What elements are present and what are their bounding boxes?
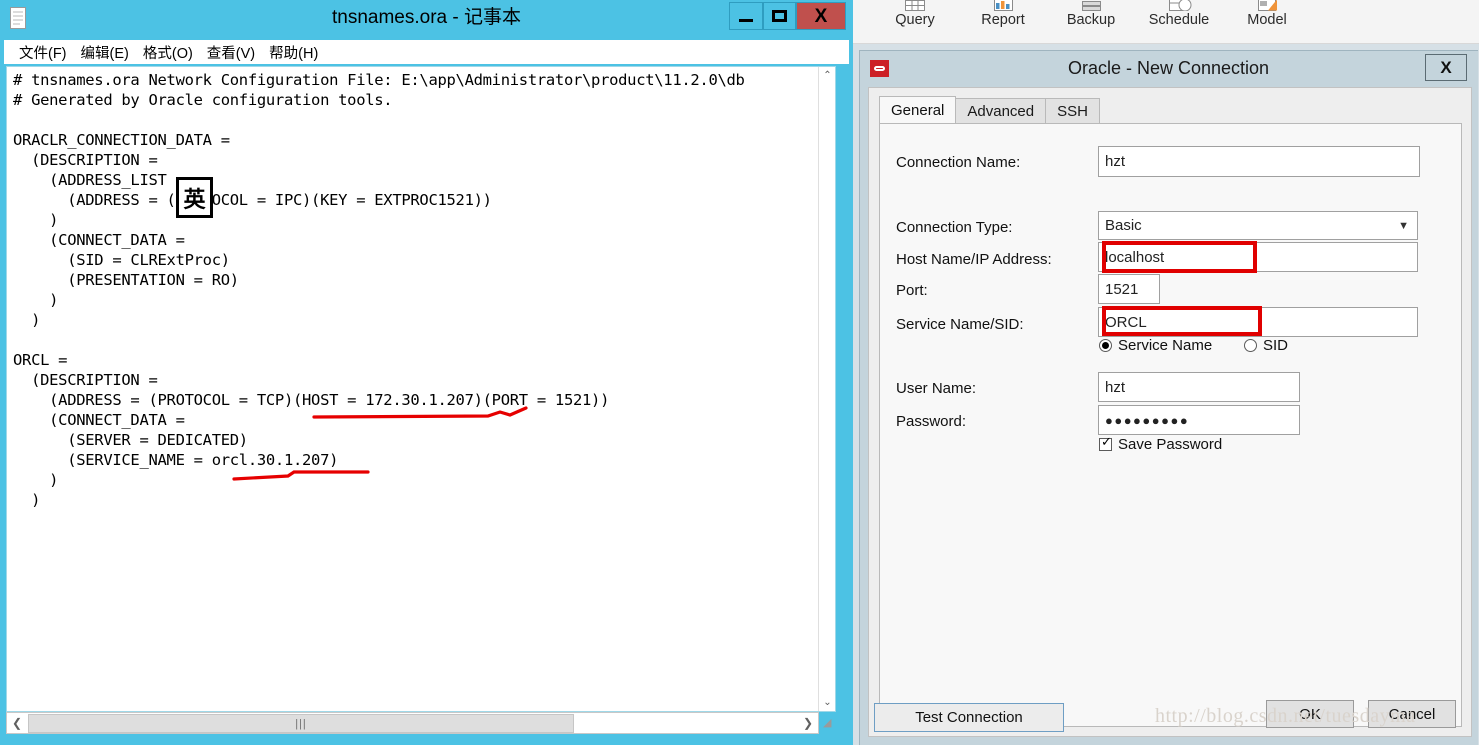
ime-indicator: 英	[176, 177, 213, 218]
radio-sid[interactable]: SID	[1244, 337, 1288, 354]
connection-type-value: Basic	[1105, 217, 1142, 234]
resize-grip-icon[interactable]: ◢	[823, 716, 837, 730]
dialog-title: Oracle - New Connection	[1067, 58, 1270, 78]
connection-type-select[interactable]: Basic ▼	[1098, 211, 1418, 240]
connection-name-label: Connection Name:	[896, 154, 1021, 171]
toolbar-label-model: Model	[1247, 12, 1287, 28]
save-password-label: Save Password	[1118, 436, 1223, 453]
radio-service-name-label: Service Name	[1118, 337, 1213, 354]
radio-service-name-icon	[1099, 339, 1112, 352]
checkbox-icon: ✓	[1099, 434, 1112, 451]
menu-help[interactable]: 帮助(H)	[262, 42, 325, 63]
notepad-window: tnsnames.ora - 记事本 X 文件(F) 编辑(E) 格式(O) 查…	[0, 0, 853, 745]
user-name-input[interactable]: hzt	[1098, 372, 1300, 402]
red-underline-host	[312, 406, 528, 419]
grid-table-icon	[898, 0, 932, 11]
password-input[interactable]: ●●●●●●●●●	[1098, 405, 1300, 435]
test-connection-button[interactable]: Test Connection	[874, 703, 1064, 732]
dialog-body: General Advanced SSH Connection Name: hz…	[868, 87, 1472, 737]
notepad-titlebar[interactable]: tnsnames.ora - 记事本 X	[0, 0, 853, 36]
close-button[interactable]: X	[796, 2, 846, 30]
model-diagram-icon	[1250, 0, 1284, 11]
close-icon: X	[814, 5, 828, 27]
host-label: Host Name/IP Address:	[896, 251, 1052, 268]
notepad-text-area[interactable]: # tnsnames.ora Network Configuration Fil…	[6, 66, 836, 712]
notepad-title: tnsnames.ora - 记事本	[332, 7, 521, 28]
database-app: Query Report Backup Schedule Model Oracl…	[853, 0, 1479, 745]
toolbar-item-query[interactable]: Query	[871, 0, 959, 43]
toolbar-label-schedule: Schedule	[1148, 12, 1210, 28]
red-underline-servicename	[232, 470, 370, 481]
screen: tnsnames.ora - 记事本 X 文件(F) 编辑(E) 格式(O) 查…	[0, 0, 1479, 745]
minimize-button[interactable]	[729, 2, 763, 30]
notepad-vertical-scrollbar[interactable]: ⌃ ⌄	[818, 67, 835, 711]
maximize-button[interactable]	[763, 2, 796, 30]
toolbar-item-model[interactable]: Model	[1223, 0, 1311, 43]
watermark-text: http://blog.csdn.net/tuesdayma	[1155, 705, 1416, 727]
hscroll-thumb[interactable]: |||	[28, 714, 574, 733]
host-input[interactable]: localhost	[1098, 242, 1418, 272]
port-input[interactable]: 1521	[1098, 274, 1160, 304]
connection-name-input[interactable]: hzt	[1098, 146, 1420, 177]
menu-view[interactable]: 查看(V)	[200, 42, 262, 63]
user-name-label: User Name:	[896, 380, 977, 397]
tab-general[interactable]: General	[879, 96, 957, 124]
tab-panel-general: Connection Name: hzt Connection Type: Ba…	[879, 123, 1462, 727]
save-password-checkbox[interactable]: ✓ Save Password	[1099, 434, 1223, 453]
tnsnames-file-content: # tnsnames.ora Network Configuration Fil…	[13, 71, 745, 509]
scroll-up-icon[interactable]: ⌃	[819, 67, 835, 84]
toolbar-item-report[interactable]: Report	[959, 0, 1047, 43]
toolbar-label-backup: Backup	[1066, 12, 1116, 28]
menu-file[interactable]: 文件(F)	[12, 42, 74, 63]
bar-chart-icon	[986, 0, 1020, 11]
oracle-new-connection-dialog: Oracle - New Connection X General Advanc…	[859, 50, 1478, 745]
menu-edit[interactable]: 编辑(E)	[74, 42, 136, 63]
password-label: Password:	[896, 413, 967, 430]
toolbar-item-schedule[interactable]: Schedule	[1135, 0, 1223, 43]
service-input[interactable]: ORCL	[1098, 307, 1418, 337]
port-label: Port:	[896, 282, 928, 299]
service-label: Service Name/SID:	[896, 316, 1024, 333]
connection-type-label: Connection Type:	[896, 219, 1013, 236]
maximize-icon	[772, 10, 787, 22]
radio-service-name[interactable]: Service Name	[1099, 337, 1212, 354]
toolbar-label-report: Report	[981, 12, 1025, 28]
clock-calendar-icon	[1162, 0, 1196, 12]
tab-ssh[interactable]: SSH	[1045, 98, 1100, 124]
scroll-left-icon[interactable]: ❮	[7, 713, 27, 733]
tab-strip: General Advanced SSH	[879, 96, 1100, 124]
scroll-right-icon[interactable]: ❯	[798, 713, 818, 733]
radio-sid-icon	[1244, 339, 1257, 352]
toolbar-label-query: Query	[895, 12, 935, 28]
radio-sid-label: SID	[1263, 337, 1289, 354]
app-toolbar: Query Report Backup Schedule Model	[853, 0, 1479, 44]
minimize-icon	[739, 18, 753, 22]
toolbar-item-backup[interactable]: Backup	[1047, 0, 1135, 43]
notepad-horizontal-scrollbar[interactable]: ❮ ||| ❯ ◢	[6, 712, 836, 734]
notepad-menubar: 文件(F) 编辑(E) 格式(O) 查看(V) 帮助(H)	[4, 40, 849, 64]
drive-stack-icon	[1074, 0, 1108, 11]
menu-format[interactable]: 格式(O)	[136, 42, 200, 63]
chevron-down-icon: ▼	[1398, 219, 1409, 232]
dialog-close-button[interactable]: X	[1425, 54, 1467, 81]
hscroll-track[interactable]: ❮ ||| ❯	[6, 712, 819, 734]
scroll-down-icon[interactable]: ⌄	[819, 694, 835, 711]
tab-advanced[interactable]: Advanced	[955, 98, 1047, 124]
